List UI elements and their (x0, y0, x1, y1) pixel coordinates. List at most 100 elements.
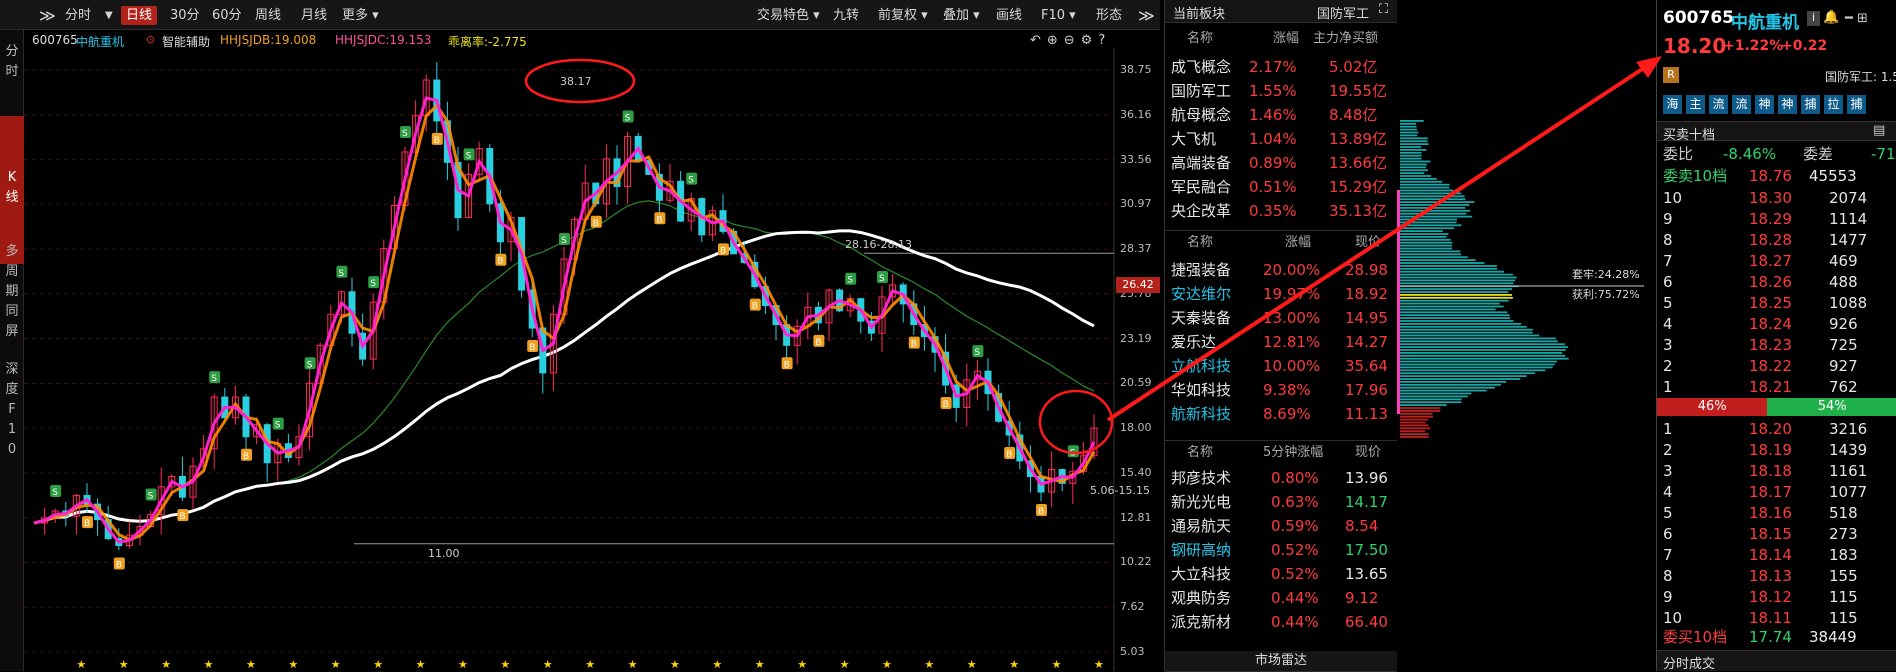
intraday-dropdown-icon[interactable]: ▼ (100, 6, 118, 25)
bid-row[interactable]: 4 18.17 1077 (1657, 481, 1896, 503)
fivemin-name: 钢研高纳 (1171, 538, 1231, 562)
bid-row[interactable]: 6 18.15 273 (1657, 523, 1896, 545)
quote-tool-button[interactable]: 拉 (1824, 95, 1843, 114)
window-controls[interactable]: ━ ⊞ (1845, 11, 1868, 26)
bid-row[interactable]: 3 18.18 1161 (1657, 460, 1896, 482)
low-range-annotation: 5.06-15.15 (1090, 484, 1150, 497)
fivemin-price: 9.12 (1345, 586, 1378, 610)
chip-bar (1400, 195, 1465, 197)
ask-row[interactable]: 4 18.24 926 (1657, 313, 1896, 335)
gainer-row[interactable]: 华如科技 9.38% 17.96 (1165, 378, 1397, 402)
nine-turn-button[interactable]: 九转 (828, 6, 864, 25)
sell-marker-label: S (275, 421, 281, 431)
gainer-row[interactable]: 航新科技 8.69% 11.13 (1165, 402, 1397, 426)
alert-bell-icon[interactable]: 🔔 (1823, 10, 1839, 25)
adjust-menu[interactable]: 前复权 ▾ (873, 6, 933, 25)
draw-line-button[interactable]: 画线 (991, 6, 1027, 25)
kline-chart[interactable]: S B B S B S B S S S S S B S B B S B S B S B B B B S S B B S B B S ★ ★ ★ ★ ★ ★ ★… (24, 48, 1160, 671)
quote-tool-button[interactable]: 主 (1686, 95, 1705, 114)
quote-tool-button[interactable]: 流 (1732, 95, 1751, 114)
quote-tool-button[interactable]: 神 (1755, 95, 1774, 114)
book-settings-icon[interactable]: ▤ (1873, 123, 1885, 138)
tab-daily[interactable]: 日线 (121, 6, 157, 25)
bid-volume: 1439 (1829, 439, 1867, 461)
ask-level: 10 (1663, 187, 1682, 209)
bid-price: 18.12 (1749, 586, 1792, 608)
gainer-price: 18.92 (1345, 282, 1388, 306)
more-menu[interactable]: 更多 ▾ (337, 6, 384, 25)
bid-row[interactable]: 2 18.19 1439 (1657, 439, 1896, 461)
quote-tool-button[interactable]: 海 (1663, 95, 1682, 114)
fivemin-row[interactable]: 钢研高纳 0.52% 17.50 (1165, 538, 1397, 562)
sell-total-label: 委卖10档 (1663, 165, 1727, 187)
side-tab-bar: 分时 K线 多周期同屏 深度F10 (0, 30, 24, 671)
fivemin-row[interactable]: 通易航天 0.59% 8.54 (1165, 514, 1397, 538)
sell-marker-label: S (211, 374, 217, 384)
quote-tool-button[interactable]: 捕 (1847, 95, 1866, 114)
gainer-row[interactable]: 爱乐达 12.81% 14.27 (1165, 330, 1397, 354)
chart-controls[interactable]: ↶⊕⊖⚙? (1030, 33, 1111, 48)
ask-row[interactable]: 8 18.28 1477 (1657, 229, 1896, 251)
market-radar-tab[interactable]: 市场雷达 (1165, 651, 1397, 672)
fivemin-row[interactable]: 邦彦技术 0.80% 13.96 (1165, 466, 1397, 490)
tab-30min[interactable]: 30分 (165, 6, 205, 25)
fivemin-row[interactable]: 大立科技 0.52% 13.65 (1165, 562, 1397, 586)
fivemin-row[interactable]: 观典防务 0.44% 9.12 (1165, 586, 1397, 610)
sector-netbuy: 19.55亿 (1329, 79, 1387, 103)
bid-row[interactable]: 5 18.16 518 (1657, 502, 1896, 524)
ask-price: 18.24 (1749, 313, 1792, 335)
tab-60min[interactable]: 60分 (207, 6, 247, 25)
sector-row[interactable]: 成飞概念 2.17% 5.02亿 (1165, 55, 1397, 79)
ask-row[interactable]: 6 18.26 488 (1657, 271, 1896, 293)
ask-row[interactable]: 2 18.22 927 (1657, 355, 1896, 377)
expand-icon[interactable]: ≫ (34, 6, 61, 25)
bid-row[interactable]: 8 18.13 155 (1657, 565, 1896, 587)
side-tab-multi-period[interactable]: 多周期同屏 (0, 242, 24, 342)
ask-row[interactable]: 1 18.21 762 (1657, 376, 1896, 398)
gainer-row[interactable]: 捷强装备 20.00% 28.98 (1165, 258, 1397, 282)
sector-row[interactable]: 航母概念 1.46% 8.48亿 (1165, 103, 1397, 127)
ask-row[interactable]: 9 18.29 1114 (1657, 208, 1896, 230)
bid-row[interactable]: 7 18.14 183 (1657, 544, 1896, 566)
side-tab-intraday[interactable]: 分时 (0, 42, 24, 82)
ask-row[interactable]: 10 18.30 2074 (1657, 187, 1896, 209)
sector-row[interactable]: 高端装备 0.89% 13.66亿 (1165, 151, 1397, 175)
side-tab-f10[interactable]: 深度F10 (0, 360, 24, 460)
bid-price: 18.20 (1749, 418, 1792, 440)
quote-tool-button[interactable]: 捕 (1801, 95, 1820, 114)
f10-menu[interactable]: F10 ▾ (1036, 6, 1081, 25)
tab-weekly[interactable]: 周线 (250, 6, 286, 25)
sector-row[interactable]: 大飞机 1.04% 13.89亿 (1165, 127, 1397, 151)
gainer-row[interactable]: 天秦装备 13.00% 14.95 (1165, 306, 1397, 330)
bid-row[interactable]: 9 18.12 115 (1657, 586, 1896, 608)
bid-row[interactable]: 1 18.20 3216 (1657, 418, 1896, 440)
tick-trades-tab[interactable]: 分时成交 (1657, 650, 1896, 671)
gainer-row[interactable]: 安达维尔 19.97% 18.92 (1165, 282, 1397, 306)
sector-row[interactable]: 军民融合 0.51% 15.29亿 (1165, 175, 1397, 199)
tab-monthly[interactable]: 月线 (296, 6, 332, 25)
quote-sector[interactable]: 国防军工: 1.5 (1825, 68, 1896, 85)
assist-toggle-icon[interactable]: ⊙ (146, 33, 155, 46)
trade-feature-menu[interactable]: 交易特色 ▾ (752, 6, 825, 25)
sector-col-name: 名称 (1187, 27, 1213, 51)
info-icon[interactable]: i (1807, 11, 1820, 26)
gainer-row[interactable]: 立航科技 10.00% 35.64 (1165, 354, 1397, 378)
quote-tool-button[interactable]: 神 (1778, 95, 1797, 114)
sector-row[interactable]: 国防军工 1.55% 19.55亿 (1165, 79, 1397, 103)
ask-row[interactable]: 5 18.25 1088 (1657, 292, 1896, 314)
overlay-menu[interactable]: 叠加 ▾ (938, 6, 985, 25)
tab-intraday[interactable]: 分时 (60, 6, 96, 25)
fivemin-col-price: 现价 (1355, 441, 1381, 465)
quote-tool-button[interactable]: 流 (1709, 95, 1728, 114)
fivemin-row[interactable]: 派克新材 0.44% 66.40 (1165, 610, 1397, 634)
buy-marker-label: B (497, 257, 503, 267)
sector-tag[interactable]: 国防军工 (1317, 3, 1369, 22)
ask-row[interactable]: 3 18.23 725 (1657, 334, 1896, 356)
pattern-button[interactable]: 形态 (1091, 6, 1127, 25)
fivemin-row[interactable]: 新光光电 0.63% 14.17 (1165, 490, 1397, 514)
sector-row[interactable]: 央企改革 0.35% 35.13亿 (1165, 199, 1397, 223)
expand-panel-icon[interactable]: ⛶ (1379, 2, 1388, 17)
collapse-icon[interactable]: ≫ (1133, 6, 1160, 25)
ask-row[interactable]: 7 18.27 469 (1657, 250, 1896, 272)
sell-marker-label: S (879, 274, 885, 284)
